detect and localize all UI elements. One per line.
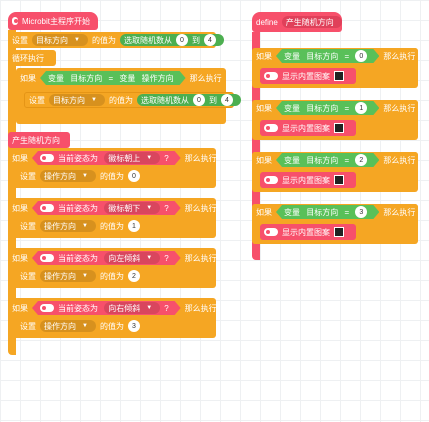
- op-value-2[interactable]: 1: [127, 220, 140, 232]
- toggle-icon: [40, 254, 54, 262]
- gesture-condition-1[interactable]: 当前姿态为 徽标朝上 ▼ ?: [32, 151, 181, 165]
- random-to[interactable]: 4: [203, 34, 216, 46]
- caret-icon: ▼: [74, 37, 80, 43]
- toggle-icon: [264, 228, 278, 236]
- caret-icon: ▼: [91, 97, 97, 103]
- toggle-icon: [12, 17, 18, 25]
- if-gesture-4[interactable]: 如果 当前姿态为 向右倾斜 ▼ ? 那么执行: [8, 300, 217, 316]
- proc-name-pill[interactable]: 产生随机方向: [281, 16, 342, 28]
- set-target-block[interactable]: 设置 目标方向 ▼ 的值为 选取随机数从 0 到 4: [8, 32, 224, 48]
- procedure-definition: define 产生随机方向 如果 变量 目标方向 = 0 那么执行 显示内置图案…: [252, 12, 420, 260]
- define-hat[interactable]: define 产生随机方向: [252, 12, 342, 32]
- show-pattern-0[interactable]: 显示内置图案: [260, 68, 356, 84]
- case-cond-3[interactable]: 变量 目标方向 = 3: [276, 205, 379, 219]
- case-if-1[interactable]: 如果 变量 目标方向 = 1 那么执行: [252, 100, 418, 116]
- main-program: Microbit主程序开始 设置 目标方向 ▼ 的值为 选取随机数从 0 到 4 …: [8, 12, 241, 358]
- target-dir-dropdown-2[interactable]: 目标方向 ▼: [49, 94, 105, 106]
- op-value-1[interactable]: 0: [127, 170, 140, 182]
- show-pattern-1[interactable]: 显示内置图案: [260, 120, 356, 136]
- gesture-dropdown-1[interactable]: 徽标朝上 ▼: [104, 152, 160, 164]
- loop-block[interactable]: 循环执行: [8, 50, 56, 66]
- op-dir-dropdown-2[interactable]: 操作方向 ▼: [40, 220, 96, 232]
- toggle-icon: [264, 124, 278, 132]
- case-if-3[interactable]: 如果 变量 目标方向 = 3 那么执行: [252, 204, 418, 220]
- call-proc-block[interactable]: 产生随机方向: [8, 132, 70, 148]
- set-target-inner[interactable]: 设置 目标方向 ▼ 的值为 选取随机数从 0 到 4: [24, 92, 241, 108]
- gesture-dropdown-2[interactable]: 徽标朝下 ▼: [104, 202, 160, 214]
- gesture-dropdown-3[interactable]: 向左倾斜 ▼: [104, 252, 160, 264]
- random-pill-2[interactable]: 选取随机数从 0 到 4: [136, 94, 241, 106]
- show-pattern-3[interactable]: 显示内置图案: [260, 224, 356, 240]
- case-cond-0[interactable]: 变量 目标方向 = 0: [276, 49, 379, 63]
- show-pattern-2[interactable]: 显示内置图案: [260, 172, 356, 188]
- equals-condition[interactable]: 变量 目标方向 = 变量 操作方向: [40, 71, 186, 85]
- set-label: 设置: [12, 35, 28, 45]
- main-start-hat[interactable]: Microbit主程序开始: [8, 12, 98, 30]
- pattern-icon[interactable]: [334, 175, 344, 185]
- op-value-4[interactable]: 3: [127, 320, 140, 332]
- toggle-icon: [40, 204, 54, 212]
- pattern-icon[interactable]: [334, 123, 344, 133]
- toggle-icon: [40, 304, 54, 312]
- op-dir-dropdown-1[interactable]: 操作方向 ▼: [40, 170, 96, 182]
- main-start-label: Microbit主程序开始: [21, 16, 90, 26]
- set-op-2[interactable]: 设置 操作方向 ▼ 的值为 1: [16, 218, 140, 234]
- toggle-icon: [40, 154, 54, 162]
- gesture-condition-4[interactable]: 当前姿态为 向右倾斜 ▼ ?: [32, 301, 181, 315]
- case-if-0[interactable]: 如果 变量 目标方向 = 0 那么执行: [252, 48, 418, 64]
- gesture-condition-3[interactable]: 当前姿态为 向左倾斜 ▼ ?: [32, 251, 181, 265]
- case-cond-1[interactable]: 变量 目标方向 = 1: [276, 101, 379, 115]
- set-op-4[interactable]: 设置 操作方向 ▼ 的值为 3: [16, 318, 140, 334]
- if-gesture-1[interactable]: 如果 当前姿态为 徽标朝上 ▼ ? 那么执行: [8, 150, 217, 166]
- case-cond-2[interactable]: 变量 目标方向 = 2: [276, 153, 379, 167]
- gesture-dropdown-4[interactable]: 向右倾斜 ▼: [104, 302, 160, 314]
- if-gesture-3[interactable]: 如果 当前姿态为 向左倾斜 ▼ ? 那么执行: [8, 250, 217, 266]
- toggle-icon: [264, 72, 278, 80]
- target-dir-dropdown[interactable]: 目标方向 ▼: [32, 34, 88, 46]
- toggle-icon: [264, 176, 278, 184]
- random-from[interactable]: 0: [175, 34, 188, 46]
- if-target-op[interactable]: 如果 变量 目标方向 = 变量 操作方向 那么执行: [16, 70, 226, 86]
- op-dir-dropdown-4[interactable]: 操作方向 ▼: [40, 320, 96, 332]
- case-if-2[interactable]: 如果 变量 目标方向 = 2 那么执行: [252, 152, 418, 168]
- gesture-condition-2[interactable]: 当前姿态为 徽标朝下 ▼ ?: [32, 201, 181, 215]
- random-pill[interactable]: 选取随机数从 0 到 4: [119, 34, 224, 46]
- pattern-icon[interactable]: [334, 227, 344, 237]
- op-dir-dropdown-3[interactable]: 操作方向 ▼: [40, 270, 96, 282]
- if-gesture-2[interactable]: 如果 当前姿态为 徽标朝下 ▼ ? 那么执行: [8, 200, 217, 216]
- set-op-3[interactable]: 设置 操作方向 ▼ 的值为 2: [16, 268, 140, 284]
- value-to-label: 的值为: [91, 35, 116, 45]
- pattern-icon[interactable]: [334, 71, 344, 81]
- op-value-3[interactable]: 2: [127, 270, 140, 282]
- set-op-1[interactable]: 设置 操作方向 ▼ 的值为 0: [16, 168, 140, 184]
